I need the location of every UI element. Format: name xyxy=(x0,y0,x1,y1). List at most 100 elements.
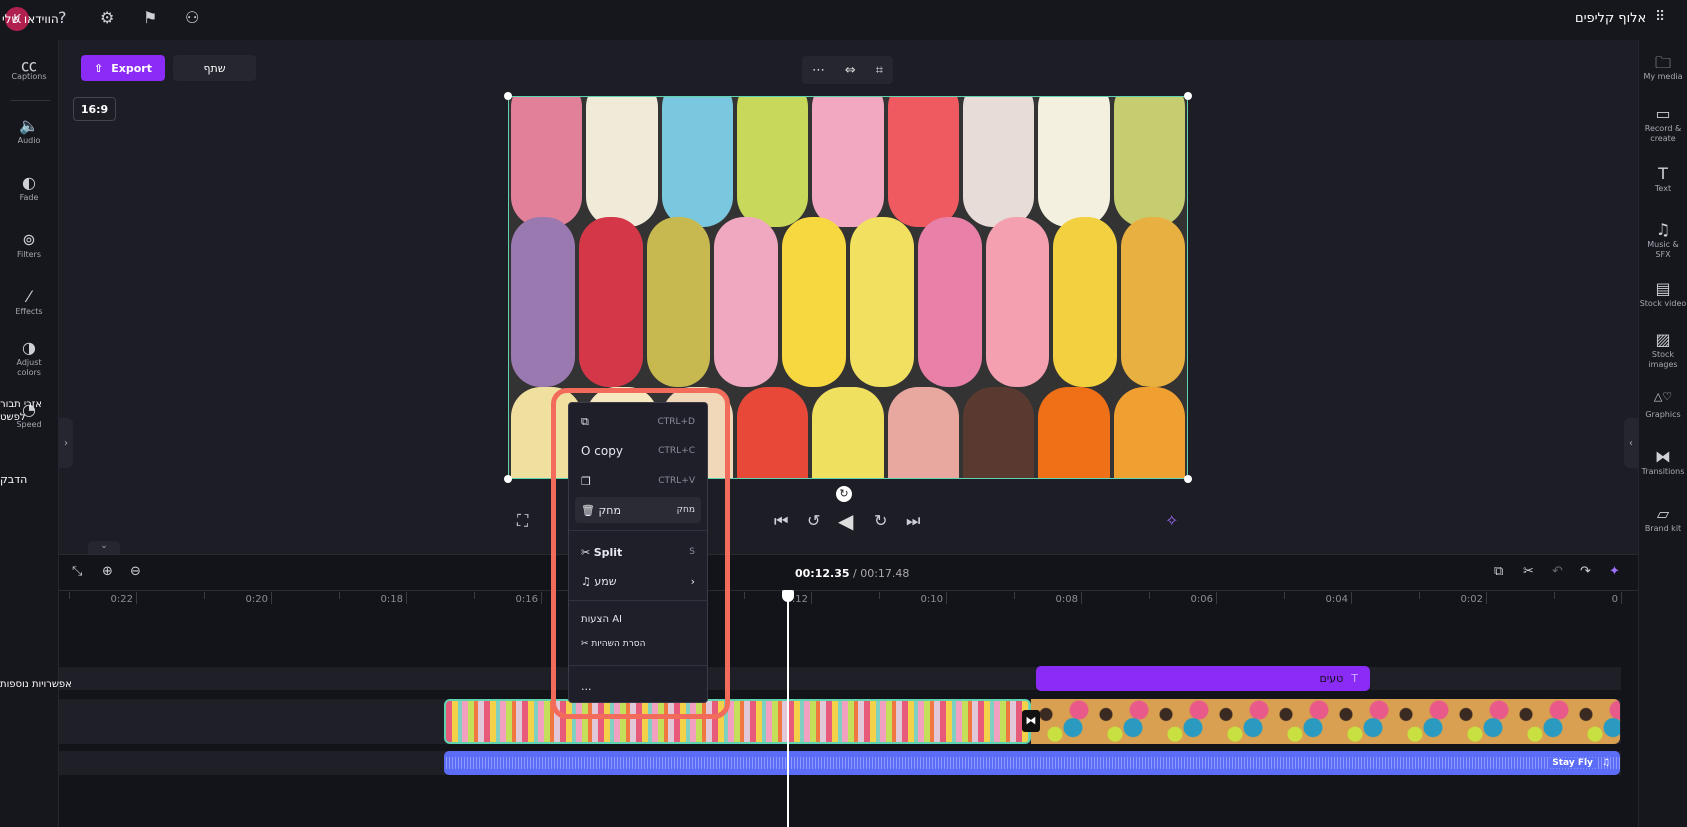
share-people-icon[interactable]: ⚇ xyxy=(185,10,199,26)
sidebar-item-adjust-colors[interactable]: ◑ Adjust colors xyxy=(0,338,58,378)
ruler-label: 0:08 xyxy=(1055,594,1078,605)
collapse-right-panel-button[interactable]: ‹ xyxy=(1624,418,1638,468)
fullscreen-icon[interactable]: ⛶ xyxy=(517,513,528,529)
sidebar-item-stock-video[interactable]: ▤ Stock video xyxy=(1639,279,1687,309)
sidebar-item-filters[interactable]: ⊚ Filters xyxy=(0,230,58,260)
feedback-flag-icon[interactable]: ⚑ xyxy=(143,10,157,26)
rotate-handle-icon[interactable]: ↻ xyxy=(836,486,852,502)
sidebar-item-stock-images[interactable]: ▨ Stock images xyxy=(1639,330,1687,370)
folder-icon: 🗀 xyxy=(1654,53,1671,72)
audio-icon: 🔈 xyxy=(19,116,39,135)
skip-to-start-icon[interactable]: ⏮ xyxy=(774,513,788,529)
ruler-tick xyxy=(946,592,947,604)
apps-grid-icon[interactable]: ⠿ xyxy=(1655,10,1665,24)
fit-timeline-icon[interactable]: ⤡ xyxy=(72,565,82,578)
sidebar-item-my-media[interactable]: 🗀 My media xyxy=(1639,52,1687,82)
menu-item-remove-pauses[interactable]: ✂ הסרת השהיות xyxy=(575,631,701,657)
playhead[interactable] xyxy=(782,590,795,827)
sidebar-item-record-create[interactable]: ▭ Record & create xyxy=(1639,104,1687,144)
context-menu: ⧉ CTRL+D O copy CTRL+C ❐ CTRL+V 🗑 מחק מחק ✂ … xyxy=(568,402,708,703)
resize-handle[interactable] xyxy=(504,475,512,483)
zoom-out-icon[interactable]: ⊖ xyxy=(130,565,141,578)
speed-overlay-text: אזרי תבור לפשט xyxy=(0,399,42,423)
macaron-row xyxy=(509,217,1187,387)
text-clip[interactable]: טעים T xyxy=(1036,666,1370,691)
sidebar-item-audio[interactable]: 🔈 Audio xyxy=(0,116,58,146)
more-options-icon[interactable]: ⋯ xyxy=(812,63,825,78)
aspect-ratio-button[interactable]: 16:9 xyxy=(73,97,116,121)
share-button[interactable]: שתף xyxy=(173,55,256,81)
play-icon[interactable]: ◀ xyxy=(838,511,853,531)
ruler-minor-tick xyxy=(68,592,70,599)
ruler-label: 0:22 xyxy=(110,594,133,605)
redo-icon[interactable]: ↷ xyxy=(1580,565,1591,578)
fit-icon[interactable]: ⇔ xyxy=(845,63,856,78)
paste-icon: ❐ xyxy=(581,474,591,488)
ruler-tick xyxy=(1486,592,1487,604)
sidebar-item-text[interactable]: T Text xyxy=(1639,164,1687,194)
video-clip-donuts[interactable] xyxy=(1031,699,1620,744)
magic-edit-icon[interactable]: ✧ xyxy=(1165,513,1178,529)
sidebar-item-fade[interactable]: ◐ Fade xyxy=(0,173,58,203)
rewind-5s-icon[interactable]: ↺ xyxy=(807,513,820,529)
sidebar-item-effects[interactable]: ⁄ Effects xyxy=(0,287,58,317)
resize-handle[interactable] xyxy=(1184,475,1192,483)
menu-item-delete[interactable]: 🗑 מחק מחק xyxy=(575,497,701,523)
image-icon: ▨ xyxy=(1655,330,1671,349)
skip-to-end-icon[interactable]: ⏭ xyxy=(906,513,920,529)
scissors-icon: ✂ Split xyxy=(581,545,623,559)
split-scissors-icon[interactable]: ✂ xyxy=(1523,565,1534,578)
transition-icon[interactable]: ⧓ xyxy=(1022,710,1040,732)
crop-icon[interactable]: ⌗ xyxy=(876,63,883,78)
undo-icon[interactable]: ↶ xyxy=(1552,565,1563,578)
menu-item-split[interactable]: ✂ Split S xyxy=(575,539,701,565)
film-icon: ▤ xyxy=(1655,279,1671,298)
collapse-timeline-button[interactable]: ⌄ xyxy=(88,541,120,555)
ruler-label: 0:04 xyxy=(1325,594,1348,605)
resize-handle[interactable] xyxy=(504,92,512,100)
ruler-minor-tick xyxy=(1148,592,1150,599)
menu-item-more[interactable]: ... xyxy=(575,673,701,699)
sidebar-item-music-sfx[interactable]: ♫ Music & SFX xyxy=(1639,220,1687,260)
divider xyxy=(569,665,707,666)
captions-icon: ㏄ xyxy=(20,56,37,75)
menu-item-copy[interactable]: O copy CTRL+C xyxy=(575,438,701,464)
resize-handle[interactable] xyxy=(1184,92,1192,100)
chevron-right-icon: › xyxy=(690,574,695,588)
settings-gear-icon[interactable]: ⚙ xyxy=(100,10,114,26)
top-bar: K הווידאו שלי ? ⚙ ⚑ ⚇ אלוף קליפים ⠿ xyxy=(0,0,1687,40)
more-options-label[interactable]: אפשרויות נוספות xyxy=(0,679,72,690)
duplicate-icon[interactable]: ⧉ xyxy=(1494,565,1503,578)
ruler-label: 0:02 xyxy=(1460,594,1483,605)
ruler-label: 0:20 xyxy=(245,594,268,605)
audio-clip[interactable]: Stay Fly ♫ xyxy=(444,751,1620,775)
transitions-icon: ⧓ xyxy=(1655,447,1671,466)
music-icon: ♫ שמע xyxy=(581,574,617,588)
collapse-left-panel-button[interactable]: › xyxy=(59,418,73,468)
ruler-tick xyxy=(1621,592,1622,604)
ruler-minor-tick xyxy=(1013,592,1015,599)
ruler-tick xyxy=(136,592,137,604)
zoom-in-icon[interactable]: ⊕ xyxy=(102,565,113,578)
paste-overlay-text: הדבק xyxy=(0,473,28,486)
ruler-minor-tick xyxy=(878,592,880,599)
right-sidebar: 🗀 My media ▭ Record & create T Text ♫ Music … xyxy=(1638,40,1687,827)
sidebar-item-graphics[interactable]: △♡ Graphics xyxy=(1639,390,1687,420)
sidebar-item-transitions[interactable]: ⧓ Transitions xyxy=(1639,447,1687,477)
timeline-panel xyxy=(59,554,1638,827)
help-icon[interactable]: ? xyxy=(58,10,67,26)
sidebar-item-brand-kit[interactable]: ▱ Brand kit xyxy=(1639,504,1687,534)
forward-5s-icon[interactable]: ↻ xyxy=(874,513,887,529)
menu-item-paste[interactable]: ❐ CTRL+V xyxy=(575,468,701,494)
ruler-minor-tick xyxy=(338,592,340,599)
ai-sparkle-icon[interactable]: ✦ xyxy=(1609,565,1620,578)
menu-item-audio[interactable]: ♫ שמע › xyxy=(575,568,701,594)
ai-scissors-icon: ✂ הסרת השהיות xyxy=(581,639,646,649)
export-button[interactable]: ⇧ Export xyxy=(81,55,165,81)
video-clip-macarons[interactable] xyxy=(444,699,1031,744)
menu-item-duplicate[interactable]: ⧉ CTRL+D xyxy=(575,409,701,435)
my-videos-link[interactable]: הווידאו שלי xyxy=(2,12,59,26)
ruler-minor-tick xyxy=(473,592,475,599)
sidebar-item-captions[interactable]: ㏄ Captions xyxy=(0,52,58,82)
ruler-tick xyxy=(1216,592,1217,604)
